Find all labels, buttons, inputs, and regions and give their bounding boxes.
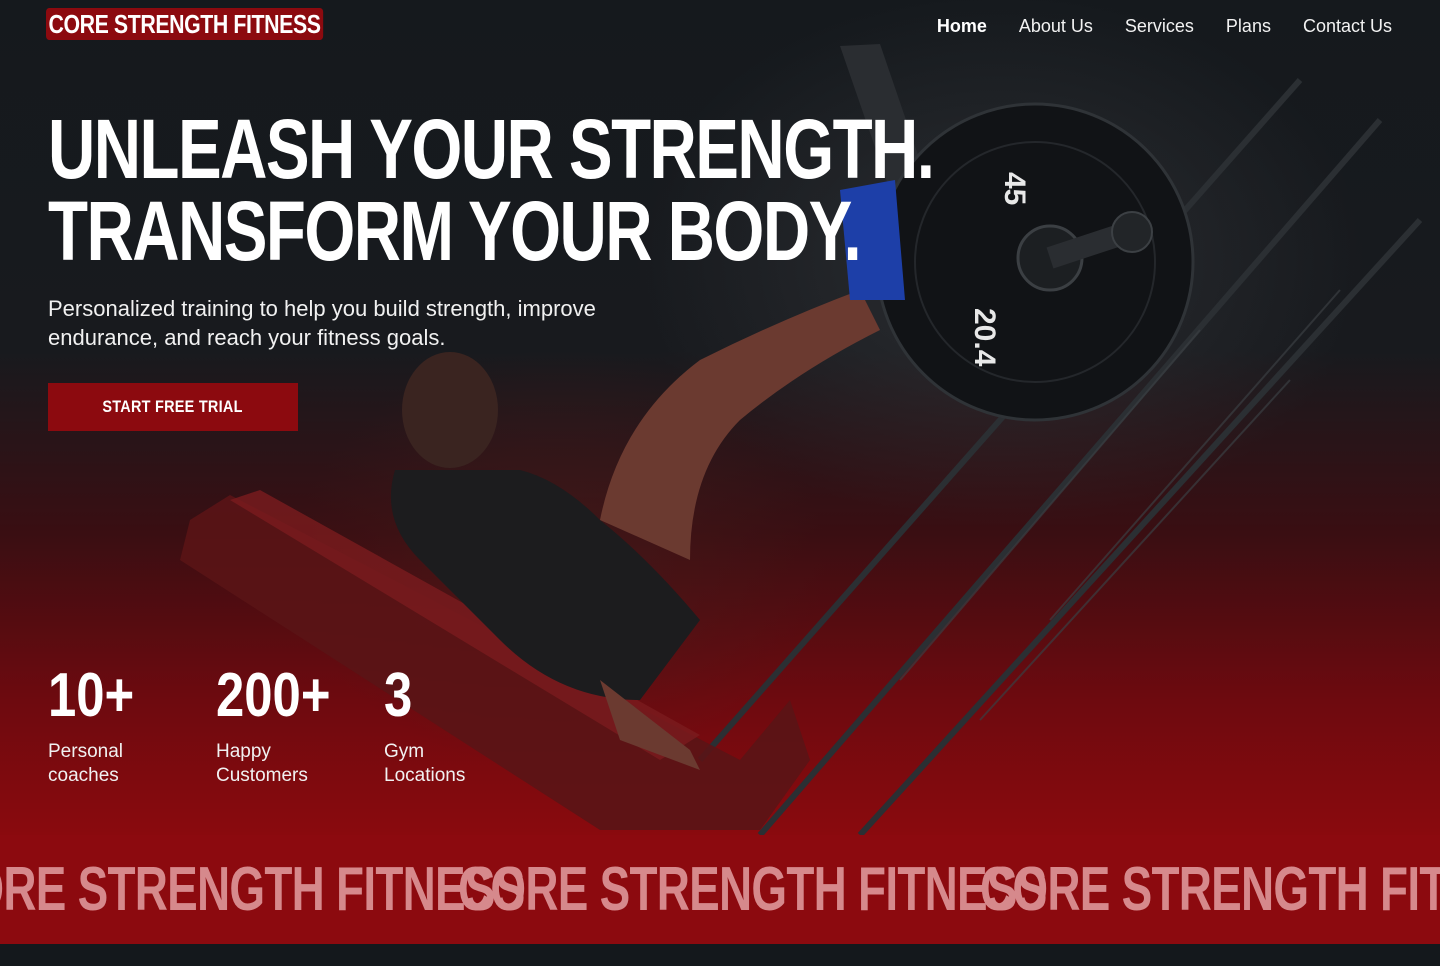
marquee-track: CORE STRENGTH FITNESS CORE STRENGTH FITN… <box>0 835 1440 944</box>
headline-line-1: UNLEASH YOUR STRENGTH. <box>48 102 935 196</box>
start-free-trial-button[interactable]: START FREE TRIAL <box>48 383 298 431</box>
page-bottom-strip <box>0 944 1440 966</box>
plate-kg-label: 20.4 <box>968 308 1001 367</box>
nav-item-services[interactable]: Services <box>1125 14 1194 38</box>
hero-headline: UNLEASH YOUR STRENGTH. TRANSFORM YOUR BO… <box>48 102 935 278</box>
stat-label: Happy Customers <box>216 741 308 786</box>
brand-marquee: CORE STRENGTH FITNESS CORE STRENGTH FITN… <box>0 835 1440 944</box>
main-nav: Home About Us Services Plans Contact Us <box>937 14 1392 38</box>
marquee-item: CORE STRENGTH FITNESS <box>0 855 525 924</box>
stat-label: Gym Locations <box>384 741 466 786</box>
site-logo[interactable]: CORE STRENGTH FITNESS <box>46 8 324 40</box>
hero-section: 45 20.4 CORE STRENGTH FITNESS Home About… <box>0 0 1440 835</box>
nav-item-plans[interactable]: Plans <box>1226 14 1271 38</box>
nav-item-home[interactable]: Home <box>937 14 987 38</box>
marquee-item: CORE STRENGTH FITNESS <box>980 855 1440 924</box>
stat-value: 10+ <box>48 661 135 730</box>
nav-item-contact-us[interactable]: Contact Us <box>1303 14 1392 38</box>
hero-subtitle: Personalized training to help you build … <box>48 296 596 350</box>
stat-customers: 200+ Happy Customers <box>216 660 384 788</box>
stat-value: 200+ <box>216 661 331 730</box>
stat-value: 3 <box>384 661 413 730</box>
nav-item-about-us[interactable]: About Us <box>1019 14 1093 38</box>
stats-row: 10+ Personal coaches 200+ Happy Customer… <box>48 660 552 788</box>
headline-line-2: TRANSFORM YOUR BODY. <box>48 184 862 278</box>
stat-label: Personal coaches <box>48 741 123 786</box>
stat-coaches: 10+ Personal coaches <box>48 660 216 788</box>
stat-locations: 3 Gym Locations <box>384 660 552 788</box>
plate-weight-label: 45 <box>998 172 1031 205</box>
start-free-trial-label: START FREE TRIAL <box>102 397 244 416</box>
marquee-item: CORE STRENGTH FITNESS <box>458 855 1047 924</box>
